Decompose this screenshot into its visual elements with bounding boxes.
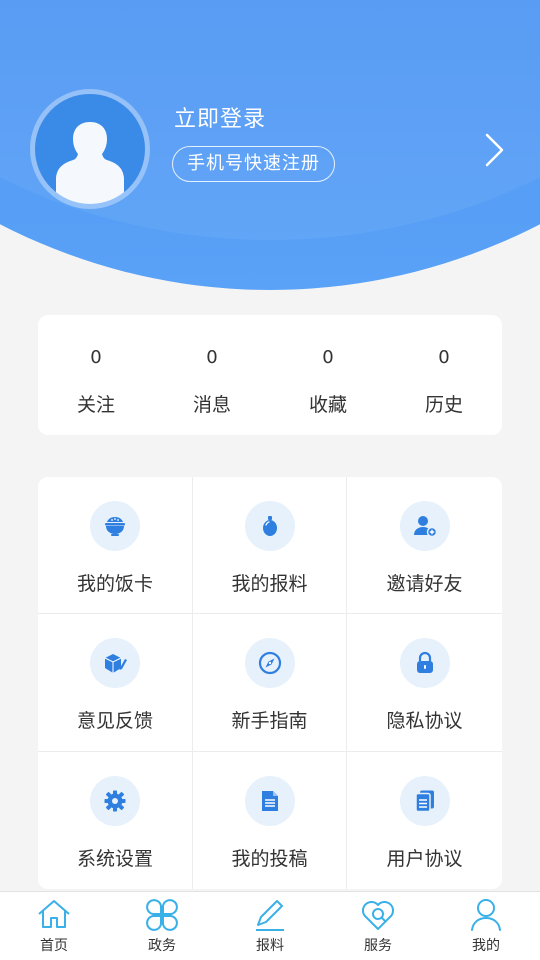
tab-label: 我的 xyxy=(472,938,500,954)
pencil-icon xyxy=(256,900,284,931)
stat-messages[interactable]: 0 消息 xyxy=(154,315,270,435)
gear-icon xyxy=(90,776,140,826)
person-icon xyxy=(471,899,501,931)
rice-bowl-icon xyxy=(90,501,140,551)
menu-item-label: 用户协议 xyxy=(386,848,463,870)
tab-label: 首页 xyxy=(40,938,68,954)
feature-menu: 我的饭卡 我的报料 邀请好友 意见反馈 新手指南 隐私协议 系统设置 我的投稿 … xyxy=(38,477,502,889)
stat-follow[interactable]: 0 关注 xyxy=(38,315,154,435)
menu-item-invite-friends[interactable]: 邀请好友 xyxy=(347,477,502,614)
stats-card: 0 关注 0 消息 0 收藏 0 历史 xyxy=(38,315,502,435)
tab-report[interactable]: 报料 xyxy=(216,892,324,960)
stat-value: 0 xyxy=(322,347,334,368)
grenade-icon xyxy=(244,501,295,551)
tab-government[interactable]: 政务 xyxy=(108,892,216,960)
stat-value: 0 xyxy=(206,347,218,368)
lock-icon xyxy=(399,638,450,688)
menu-item-label: 隐私协议 xyxy=(386,710,463,732)
documents-icon xyxy=(399,776,450,826)
menu-item-feedback[interactable]: 意见反馈 xyxy=(38,614,193,752)
menu-item-my-reports[interactable]: 我的报料 xyxy=(193,477,347,614)
menu-item-label: 新手指南 xyxy=(231,710,308,732)
menu-item-label: 我的报料 xyxy=(231,573,308,595)
menu-item-meal-card[interactable]: 我的饭卡 xyxy=(38,477,193,614)
phone-register-button[interactable]: 手机号快速注册 xyxy=(172,146,335,182)
heart-search-icon xyxy=(362,901,394,930)
tab-mine[interactable]: 我的 xyxy=(432,892,540,960)
box-pencil-icon xyxy=(90,638,140,688)
add-user-icon xyxy=(399,501,450,551)
menu-item-label: 意见反馈 xyxy=(76,710,153,732)
stat-history[interactable]: 0 历史 xyxy=(386,315,502,435)
home-icon xyxy=(38,900,70,928)
menu-item-beginner-guide[interactable]: 新手指南 xyxy=(193,614,347,752)
compass-icon xyxy=(244,638,295,688)
tab-label: 报料 xyxy=(256,938,284,954)
menu-item-system-settings[interactable]: 系统设置 xyxy=(38,752,193,889)
avatar[interactable] xyxy=(30,89,150,209)
stat-label: 关注 xyxy=(76,394,115,416)
stat-value: 0 xyxy=(90,347,102,368)
document-icon xyxy=(244,776,295,826)
stat-value: 0 xyxy=(438,347,450,368)
default-avatar-icon xyxy=(35,94,145,204)
bottom-tab-bar: 首页 政务 报料 服务 我的 xyxy=(0,891,540,960)
tab-home[interactable]: 首页 xyxy=(0,892,108,960)
login-link[interactable]: 立即登录 xyxy=(174,101,266,133)
menu-item-my-submissions[interactable]: 我的投稿 xyxy=(193,752,347,889)
menu-item-user-agreement[interactable]: 用户协议 xyxy=(347,752,502,889)
menu-item-label: 我的投稿 xyxy=(231,848,308,870)
stat-label: 收藏 xyxy=(308,394,347,416)
tab-services[interactable]: 服务 xyxy=(324,892,432,960)
stat-label: 消息 xyxy=(192,394,231,416)
stat-label: 历史 xyxy=(424,394,463,416)
clover-icon xyxy=(146,899,178,931)
chevron-right-icon[interactable] xyxy=(484,132,506,168)
tab-label: 服务 xyxy=(364,938,392,954)
menu-item-label: 系统设置 xyxy=(76,848,153,870)
menu-item-privacy-policy[interactable]: 隐私协议 xyxy=(347,614,502,752)
stat-favorites[interactable]: 0 收藏 xyxy=(270,315,386,435)
menu-item-label: 邀请好友 xyxy=(386,573,463,595)
tab-label: 政务 xyxy=(148,938,176,954)
menu-item-label: 我的饭卡 xyxy=(76,573,153,595)
